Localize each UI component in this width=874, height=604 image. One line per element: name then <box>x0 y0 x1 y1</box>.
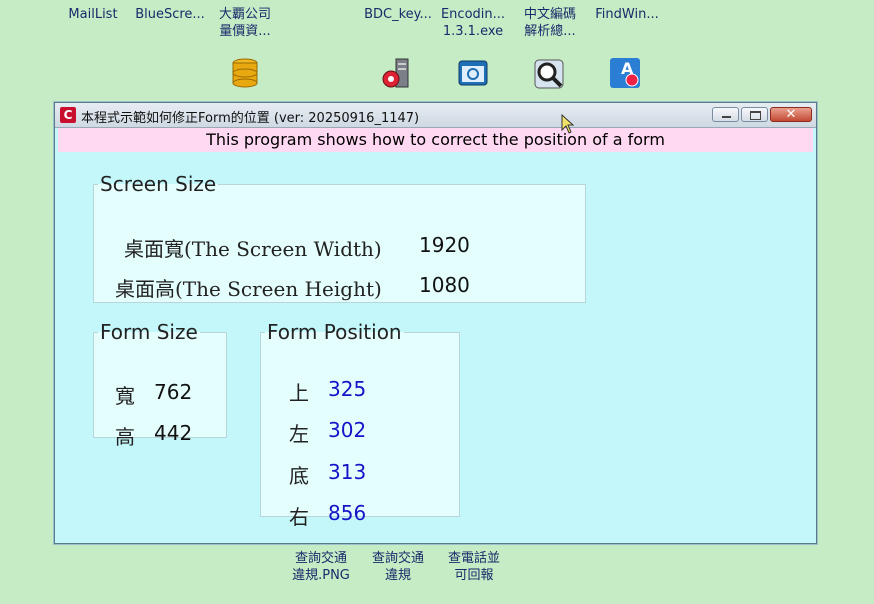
screen-height-label: 桌面高(The Screen Height) <box>115 277 382 301</box>
position-right-label: 右 <box>289 505 309 529</box>
desktop-icon-label: MailList <box>68 7 118 22</box>
font-settings-icon[interactable]: A <box>608 56 642 90</box>
maximize-button[interactable] <box>741 107 768 122</box>
form-height-value: 442 <box>154 421 193 445</box>
screen-width-label: 桌面寬(The Screen Width) <box>124 237 382 261</box>
mouse-cursor-icon <box>561 114 575 134</box>
app-icon[interactable]: C <box>60 107 76 123</box>
minimize-button[interactable] <box>712 107 739 122</box>
position-bottom-label: 底 <box>289 464 309 488</box>
window-titlebar[interactable]: C 本程式示範如何修正Form的位置 (ver: 20250916_1147) … <box>55 103 816 128</box>
position-top-label: 上 <box>289 381 309 405</box>
desktop-icon-label-line2: 可回報 <box>454 568 494 583</box>
maximize-icon <box>750 111 761 120</box>
desktop-icon-label-line2: 1.3.1.exe <box>442 24 504 39</box>
desktop-icon-label: BDC_key... <box>364 7 432 22</box>
desktop-icon-label-line2: 量價資... <box>219 24 271 39</box>
desktop-icon-label: Encodin... <box>440 7 506 22</box>
form-height-label: 高 <box>115 425 135 449</box>
form-size-legend: Form Size <box>100 320 198 344</box>
desktop-icon-traffic[interactable]: 查詢交通 違規 <box>360 550 436 584</box>
position-right-value: 856 <box>328 501 367 525</box>
desktop-icon-label: 大覇公司 <box>218 7 271 22</box>
desktop-icon-label: 查詢交通 <box>371 551 424 566</box>
form-position-group: Form Position 上 325 左 302 底 313 右 856 <box>260 320 460 529</box>
desktop-icon-label: FindWin... <box>595 7 659 22</box>
form-position-legend: Form Position <box>267 320 402 344</box>
form-width-label: 寬 <box>115 384 135 408</box>
desktop-icon-findwindow[interactable]: FindWin... <box>588 6 666 23</box>
desktop-icon-encoding[interactable]: Encodin... 1.3.1.exe <box>438 6 508 40</box>
close-icon: ✕ <box>785 107 797 122</box>
desktop-icon-traffic-png[interactable]: 查詢交通 違規.PNG <box>283 550 359 584</box>
desktop-icon-dabai[interactable]: 大覇公司 量價資... <box>210 6 280 40</box>
desktop-icon-label: 中文編碼 <box>523 7 576 22</box>
screen-size-group: Screen Size 桌面寬(The Screen Width) 1920 桌… <box>93 173 586 303</box>
window-title: 本程式示範如何修正Form的位置 (ver: 20250916_1147) <box>81 111 420 126</box>
screen-width-value: 1920 <box>419 233 470 257</box>
screen-height-value: 1080 <box>419 273 470 297</box>
close-button[interactable]: ✕ <box>770 107 812 122</box>
position-top-value: 325 <box>328 377 367 401</box>
desktop-icon-label: BlueScre... <box>135 7 205 22</box>
screen-size-legend: Screen Size <box>100 172 217 196</box>
desktop-icon-chinese-encoding[interactable]: 中文編碼 解析總... <box>515 6 585 40</box>
desktop-icon-bluescreen[interactable]: BlueScre... <box>133 6 207 23</box>
form-size-group: Form Size 寬 762 高 442 <box>93 320 227 449</box>
form-width-value: 762 <box>154 380 193 404</box>
position-left-value: 302 <box>328 418 367 442</box>
desktop-icon-label: 查電話並 <box>447 551 500 566</box>
position-bottom-value: 313 <box>328 460 367 484</box>
magnifier-app-icon[interactable] <box>532 57 566 91</box>
description-banner: This program shows how to correct the po… <box>58 128 813 152</box>
position-left-label: 左 <box>289 422 309 446</box>
database-icon[interactable] <box>228 56 262 90</box>
desktop-icon-maillist[interactable]: MailList <box>60 6 126 23</box>
desktop-icon-phone-lookup[interactable]: 查電話並 可回報 <box>436 550 512 584</box>
desktop-icon-label-line2: 違規 <box>384 568 411 583</box>
server-tools-icon[interactable] <box>380 57 414 91</box>
window-app-icon[interactable] <box>456 57 490 91</box>
desktop-icon-label-line2: 解析總... <box>524 24 576 39</box>
desktop-icon-bdc-key[interactable]: BDC_key... <box>358 6 438 23</box>
desktop-icon-label: 查詢交通 <box>294 551 347 566</box>
desktop-icon-label-line2: 違規.PNG <box>292 568 350 583</box>
app-window: C 本程式示範如何修正Form的位置 (ver: 20250916_1147) … <box>54 102 817 544</box>
minimize-icon <box>722 116 731 118</box>
